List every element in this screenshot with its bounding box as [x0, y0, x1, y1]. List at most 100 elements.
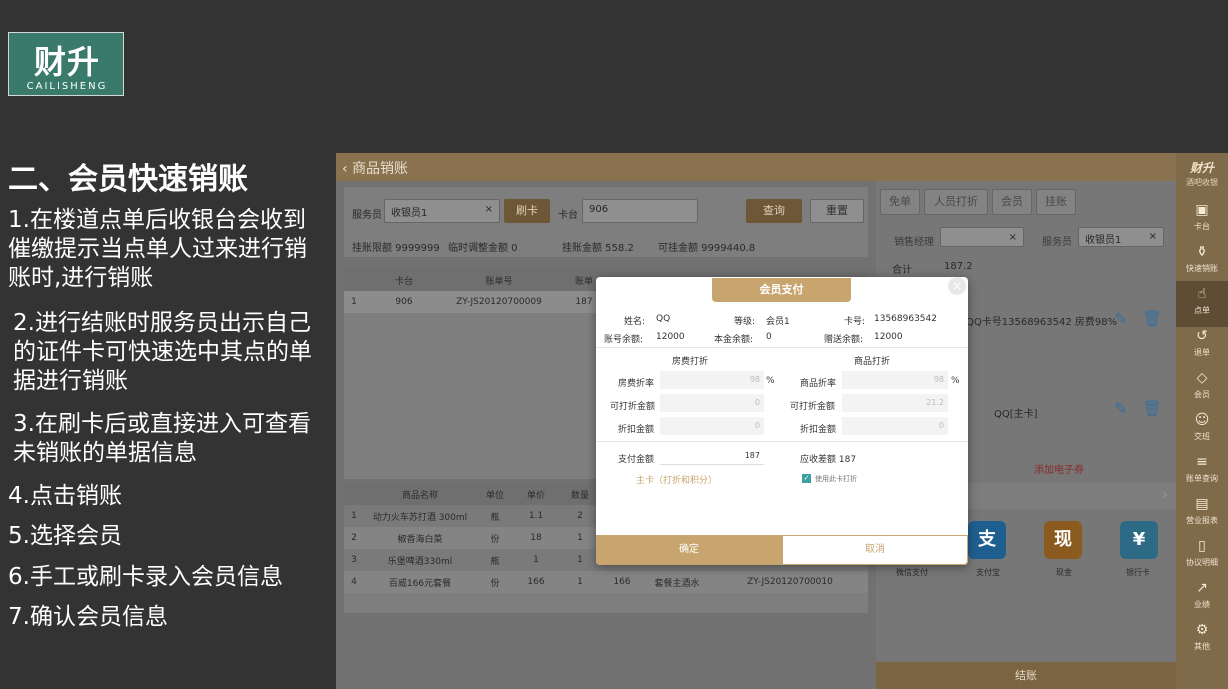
tab-member[interactable]: 会员: [992, 189, 1032, 215]
bank-card-icon[interactable]: ¥: [1120, 521, 1158, 559]
manager-label: 销售经理: [894, 237, 934, 248]
receivable-diff: 应收差额 187: [800, 455, 857, 465]
chevron-right-icon: ›: [1162, 487, 1168, 503]
credit-limit: 挂账限额 9999999: [352, 243, 440, 254]
bottle-icon: ⚱: [1196, 244, 1208, 260]
alipay-icon[interactable]: 支: [968, 521, 1006, 559]
total-value: 187.2: [944, 261, 973, 272]
goods-discount-section: 商品打折: [854, 357, 891, 367]
account-balance: 12000: [656, 332, 685, 342]
reset-button[interactable]: 重置: [810, 199, 864, 223]
room-discountable-input[interactable]: 0: [660, 394, 764, 412]
people-icon: ☺: [1194, 412, 1210, 428]
member-card-no: 13568963542: [874, 314, 937, 324]
principal-balance: 0: [766, 332, 772, 342]
goods-discountable-input[interactable]: 21.2: [842, 394, 948, 412]
sidebar-item-agreement[interactable]: ▯ 协议明细: [1176, 533, 1228, 579]
document-icon: ▯: [1198, 538, 1206, 554]
confirm-button[interactable]: 确定: [596, 535, 782, 565]
clear-icon: ×: [484, 204, 493, 215]
pay-wechat-label: 微信支付: [896, 568, 928, 577]
main-card-note: 主卡（打折和积分）: [636, 476, 718, 486]
tab-staff-discount[interactable]: 人员打折: [924, 189, 988, 215]
cash-icon[interactable]: 现: [1044, 521, 1082, 559]
sidebar-item-order[interactable]: ☝ 点单: [1176, 281, 1228, 327]
filter-card: 服务员 收银员1 × 刷卡 卡台 906 查询 重置 挂账限额 9999999 临…: [344, 187, 868, 257]
member-payment-dialog: 会员支付 × 姓名: QQ 等级: 会员1 卡号: 13568963542 账号…: [596, 277, 968, 565]
app-header: ‹ 商品销账: [336, 153, 1176, 181]
delete-icon[interactable]: 🗑: [1142, 309, 1162, 328]
right-waiter-select[interactable]: 收银员1 ×: [1078, 227, 1164, 247]
temp-adjust: 临时调整金额 0: [448, 243, 518, 254]
edit-icon[interactable]: ✎: [1114, 309, 1127, 328]
app-brand: 财升: [1189, 161, 1214, 175]
room-rate-input[interactable]: 98: [660, 371, 764, 389]
pay-bank-label: 银行卡: [1126, 568, 1150, 577]
step-3: 3.在刷卡后或直接进入可查看未销账的单据信息: [13, 411, 311, 466]
chart-icon: ↗: [1196, 580, 1208, 596]
step-4: 4.点击销账: [8, 483, 122, 509]
table-label: 卡台: [558, 210, 578, 221]
checkout-button[interactable]: 结账: [876, 662, 1176, 689]
sidebar-item-performance[interactable]: ↗ 业绩: [1176, 575, 1228, 621]
member-level: 会员1: [766, 317, 790, 327]
step-5: 5.选择会员: [8, 523, 122, 549]
receipt-icon: ≡: [1196, 454, 1208, 470]
waiter-select[interactable]: 收银员1 ×: [384, 199, 500, 223]
manager-select[interactable]: ×: [940, 227, 1024, 247]
sidebar-item-shift[interactable]: ☺ 交班: [1176, 407, 1228, 453]
total-label: 合计: [892, 265, 912, 276]
table-icon: ▣: [1195, 202, 1209, 218]
right-waiter-label: 服务员: [1042, 237, 1072, 248]
member-card-line: QQ[主卡]: [994, 409, 1038, 420]
dialog-title: 会员支付: [712, 278, 851, 302]
sidebar-item-other[interactable]: ⚙ 其他: [1176, 617, 1228, 663]
step-2: 2.进行结账时服务员出示自己的证件卡可快速选中其点的单据进行销账: [13, 310, 312, 394]
close-icon[interactable]: ×: [948, 277, 966, 295]
clear-icon: ×: [1148, 231, 1157, 242]
step-7: 7.确认会员信息: [8, 604, 168, 630]
col-bill-no: 账单号: [444, 269, 554, 291]
step-1: 1.在楼道点单后收银台会收到催缴提示当点单人过来进行销账时,进行销账: [8, 207, 307, 291]
edit-icon[interactable]: ✎: [1114, 399, 1127, 418]
credit-available: 可挂金额 9999440.8: [658, 243, 756, 254]
swipe-card-button[interactable]: 刷卡: [504, 199, 550, 223]
use-card-checkbox[interactable]: ✓: [802, 474, 811, 483]
credit-total: 挂账金额 558.2: [562, 243, 634, 254]
clear-icon: ×: [1008, 232, 1017, 243]
tab-credit[interactable]: 挂账: [1036, 189, 1076, 215]
gear-icon: ⚙: [1195, 622, 1209, 638]
sidebar-item-member[interactable]: ◇ 会员: [1176, 365, 1228, 411]
sidebar-item-card-table[interactable]: ▣ 卡台: [1176, 197, 1228, 243]
tab-free[interactable]: 免单: [880, 189, 920, 215]
sidebar-item-bill-query[interactable]: ≡ 账单查询: [1176, 449, 1228, 495]
header-title: 商品销账: [352, 161, 409, 177]
col-table: 卡台: [364, 269, 444, 291]
table-input[interactable]: 906: [582, 199, 698, 223]
company-logo: 财升 CAILISHENG: [8, 32, 124, 96]
pay-cash-label: 现金: [1056, 568, 1072, 577]
pay-amount-input[interactable]: 187: [660, 447, 764, 465]
add-coupon-link[interactable]: 添加电子券: [1034, 461, 1084, 476]
logo-sub-text: CAILISHENG: [26, 81, 108, 92]
back-button[interactable]: ‹ 商品销账: [342, 158, 408, 178]
query-button[interactable]: 查询: [746, 199, 802, 223]
table-row[interactable]: 4 百威166元套餐份 166 1 166 套餐主酒水 ZY-JS20120700010: [344, 571, 868, 593]
diamond-icon: ◇: [1196, 370, 1208, 386]
goods-rate-input[interactable]: 98: [842, 371, 948, 389]
slide-title: 二、会员快速销账: [8, 162, 248, 197]
return-icon: ↺: [1196, 328, 1208, 344]
step-6: 6.手工或刷卡录入会员信息: [8, 564, 283, 590]
sidebar-item-quick-settle[interactable]: ⚱ 快速销账: [1176, 239, 1228, 285]
report-icon: ▤: [1195, 496, 1209, 512]
cancel-button[interactable]: 取消: [782, 535, 968, 565]
sidebar-item-return[interactable]: ↺ 退单: [1176, 323, 1228, 369]
use-card-label: 使用此卡打折: [815, 475, 857, 483]
sidebar-item-report[interactable]: ▤ 营业报表: [1176, 491, 1228, 537]
pay-alipay-label: 支付宝: [976, 568, 1000, 577]
room-discount-input[interactable]: 0: [660, 417, 764, 435]
goods-discount-input[interactable]: 0: [842, 417, 948, 435]
member-name: QQ: [656, 314, 671, 324]
app-sidebar: 财升 酒吧收银 ▣ 卡台 ⚱ 快速销账 ☝ 点单 ↺ 退单 ◇ 会员 ☺ 交班 ≡ 账单查询 …: [1176, 153, 1228, 689]
delete-icon[interactable]: 🗑: [1142, 399, 1162, 418]
